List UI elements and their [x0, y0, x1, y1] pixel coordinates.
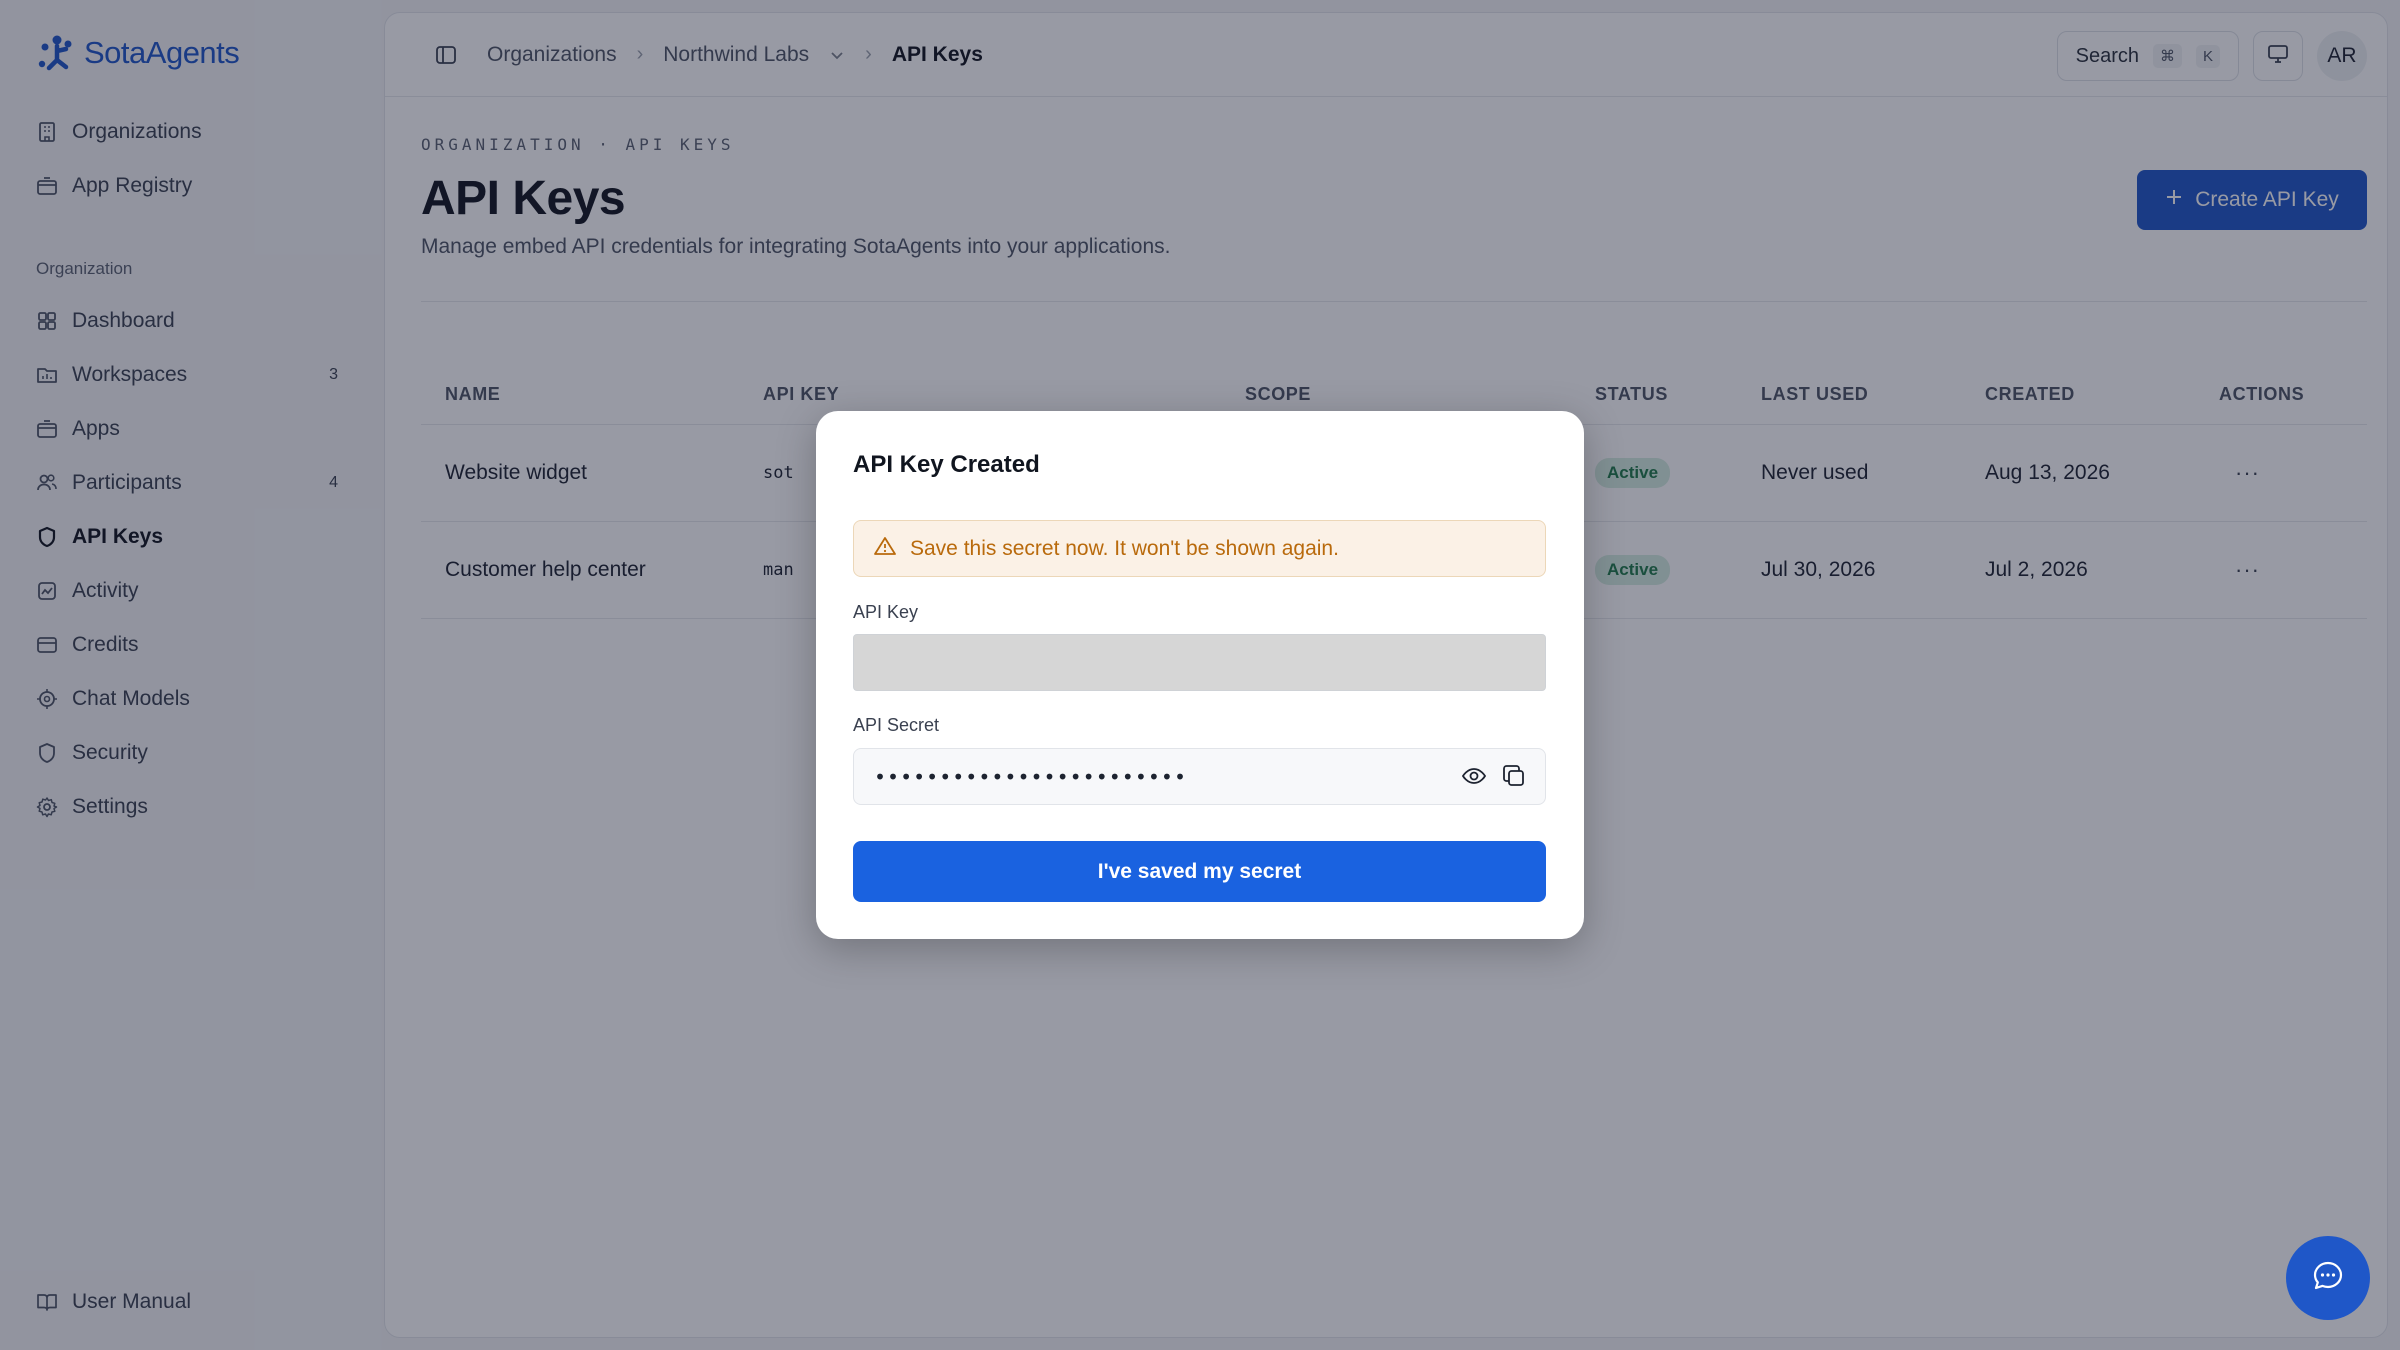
- api-secret-label: API Secret: [853, 715, 940, 735]
- api-key-label: API Key: [853, 602, 919, 622]
- api-key-field[interactable]: [853, 634, 1546, 691]
- eye-icon[interactable]: [1461, 763, 1487, 794]
- chat-bubble-icon: [2311, 1259, 2345, 1298]
- warning-icon: [874, 536, 896, 562]
- warning-text: Save this secret now. It won't be shown …: [910, 536, 1339, 560]
- chat-support-button[interactable]: [2286, 1236, 2370, 1320]
- copy-icon[interactable]: [1501, 763, 1527, 794]
- warning-banner: Save this secret now. It won't be shown …: [853, 520, 1546, 577]
- api-key-created-dialog: API Key Created Save this secret now. It…: [816, 411, 1584, 939]
- api-secret-field[interactable]: ••••••••••••••••••••••••: [853, 748, 1546, 805]
- dialog-title: API Key Created: [853, 451, 1040, 478]
- confirm-saved-button[interactable]: I've saved my secret: [853, 841, 1546, 902]
- secret-actions: [1461, 763, 1527, 794]
- secret-masked-value: ••••••••••••••••••••••••: [874, 764, 1187, 789]
